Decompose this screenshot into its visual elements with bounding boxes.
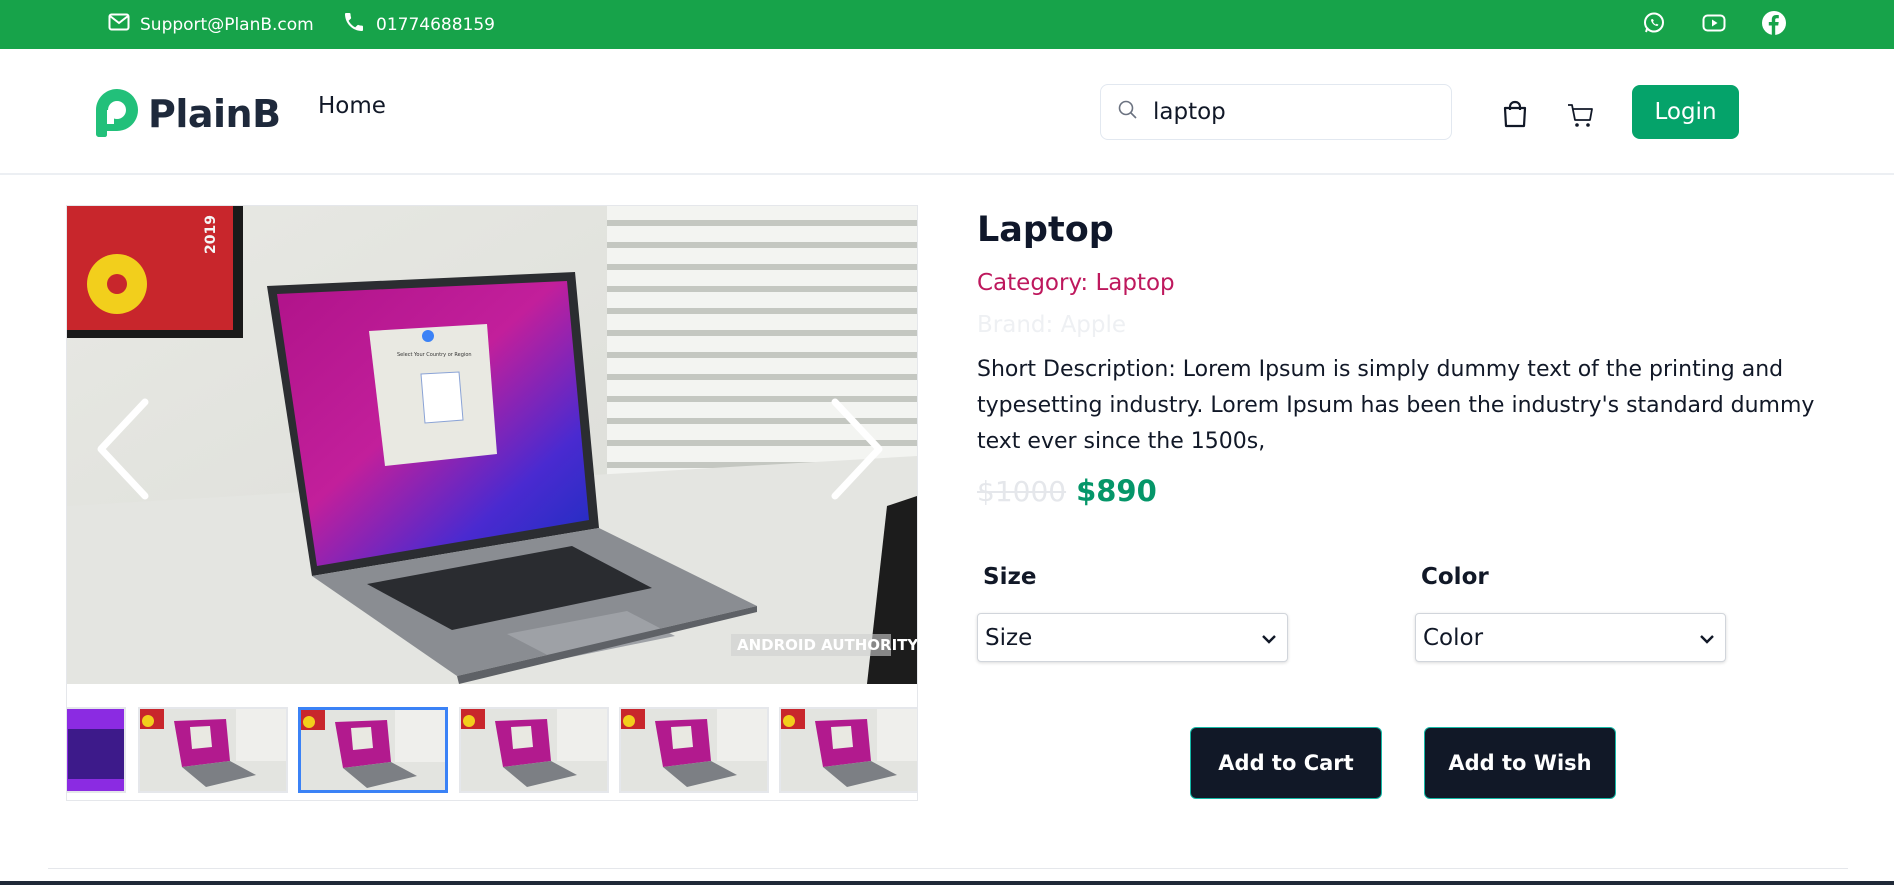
youtube-icon[interactable]	[1701, 10, 1727, 36]
thumbnail-2[interactable]	[138, 707, 288, 793]
thumbnail-6[interactable]	[779, 707, 917, 793]
product-category: Category: Laptop	[977, 270, 1175, 296]
screen-title: Select Your Country or Region	[397, 352, 472, 358]
cart-button[interactable]	[1566, 100, 1596, 130]
color-label: Color	[1421, 564, 1489, 590]
thumbnail-1[interactable]	[67, 707, 126, 793]
phone-icon	[342, 10, 366, 39]
nav-home-link[interactable]: Home	[318, 93, 386, 119]
chevron-left-icon	[93, 398, 153, 508]
search-input[interactable]	[1153, 99, 1433, 125]
thumbnail-4[interactable]	[459, 707, 609, 793]
cart-icon	[1566, 104, 1596, 134]
shopping-bag-icon	[1500, 100, 1530, 133]
main-product-image: 2019 Select Your Country or Region ANDRO…	[67, 206, 917, 684]
support-phone[interactable]: 01774688159	[342, 0, 495, 49]
support-phone-text: 01774688159	[376, 14, 495, 35]
support-email[interactable]: Support@PlanB.com	[108, 0, 314, 49]
product-title: Laptop	[977, 210, 1114, 250]
section-divider	[48, 868, 1848, 869]
search-bar[interactable]	[1100, 84, 1452, 140]
thumbnail-5[interactable]	[619, 707, 769, 793]
search-icon	[1117, 99, 1139, 125]
size-label: Size	[983, 564, 1037, 590]
prev-image-button[interactable]	[93, 394, 153, 504]
brand-logo[interactable]: PlainB	[94, 87, 281, 141]
sale-price: $890	[1076, 474, 1157, 508]
chevron-down-icon	[1699, 625, 1715, 651]
color-select[interactable]: Color	[1415, 613, 1726, 662]
whatsapp-icon[interactable]	[1641, 10, 1667, 36]
add-to-cart-button[interactable]: Add to Cart	[1190, 727, 1382, 799]
plainb-logo-icon	[94, 87, 140, 141]
top-bar: Support@PlanB.com 01774688159	[0, 0, 1894, 49]
page-bottom-edge	[0, 881, 1894, 885]
original-price: $1000	[977, 475, 1067, 508]
add-to-wish-button[interactable]: Add to Wish	[1424, 727, 1616, 799]
poster-year: 2019	[203, 215, 219, 254]
size-select[interactable]: Size	[977, 613, 1288, 662]
chevron-right-icon	[827, 398, 887, 508]
size-select-value: Size	[985, 624, 1033, 651]
login-button[interactable]: Login	[1632, 85, 1739, 139]
brand-name: PlainB	[148, 92, 281, 136]
product-description: Short Description: Lorem Ipsum is simply…	[977, 357, 1815, 454]
next-image-button[interactable]	[827, 394, 887, 504]
thumbnail-3[interactable]	[298, 707, 448, 793]
site-header: PlainB Home Login	[0, 49, 1894, 175]
support-email-text: Support@PlanB.com	[140, 14, 314, 35]
facebook-icon[interactable]	[1761, 10, 1787, 36]
mail-icon	[108, 13, 130, 36]
product-gallery: 2019 Select Your Country or Region ANDRO…	[66, 205, 918, 801]
watermark-text: ANDROID AUTHORITY	[737, 636, 917, 654]
chevron-down-icon	[1261, 625, 1277, 651]
price-block: $1000 $890	[977, 474, 1157, 508]
shopping-bag-button[interactable]	[1500, 99, 1530, 129]
product-brand: Brand: Apple	[977, 312, 1127, 338]
color-select-value: Color	[1423, 624, 1484, 651]
thumbnail-strip	[67, 707, 917, 793]
